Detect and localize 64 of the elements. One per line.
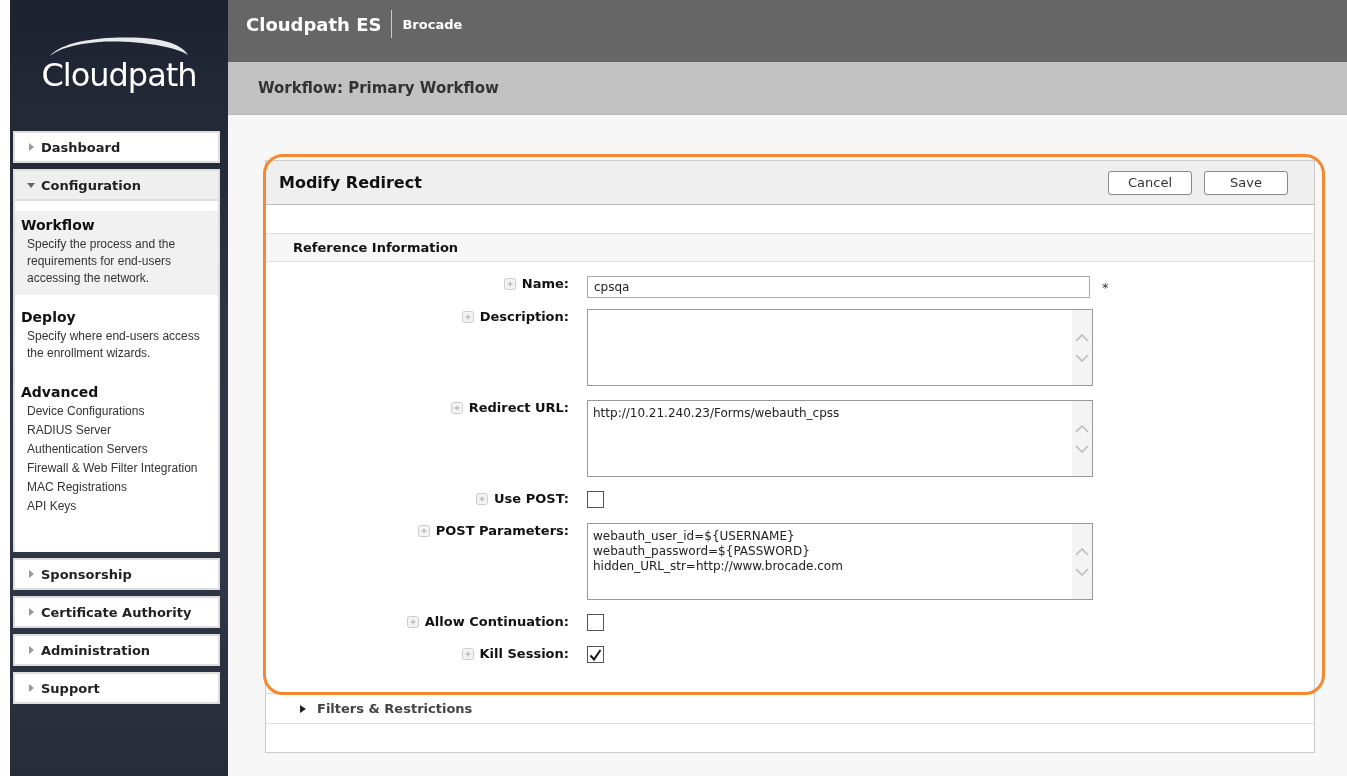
caret-right-icon xyxy=(27,684,35,692)
plus-icon[interactable] xyxy=(406,615,419,628)
caret-down-icon xyxy=(27,181,35,189)
plus-icon[interactable] xyxy=(461,647,474,660)
logo-text: Cloudpath xyxy=(41,58,197,92)
section-title[interactable]: Workflow xyxy=(21,217,212,233)
nav-item[interactable]: Dashboard xyxy=(13,131,220,163)
checkbox[interactable] xyxy=(587,646,604,663)
page-title: Workflow: Primary Workflow xyxy=(258,79,499,97)
checkbox[interactable] xyxy=(587,491,604,508)
form-title: Modify Redirect xyxy=(279,173,422,192)
scroll-down-icon[interactable] xyxy=(1075,353,1089,362)
checkbox[interactable] xyxy=(587,614,604,631)
textarea-field[interactable]: http://10.21.240.23/Forms/webauth_cpss xyxy=(587,400,1093,477)
scroll-down-icon[interactable] xyxy=(1075,567,1089,576)
caret-right-icon xyxy=(299,703,307,714)
section-description: Specify the process and the requirements for end-users accessing the network. xyxy=(26,236,177,287)
nav-link[interactable]: MAC Registrations xyxy=(21,479,212,495)
required-mark: * xyxy=(1102,279,1109,295)
field-label: POST Parameters: xyxy=(435,523,569,538)
scroll-down-icon[interactable] xyxy=(1075,444,1089,453)
field-label: Use POST: xyxy=(494,491,569,506)
section-title[interactable]: Advanced xyxy=(21,384,212,400)
plus-icon[interactable] xyxy=(461,310,474,323)
plus-icon[interactable] xyxy=(503,277,516,290)
collapsed-section[interactable]: Filters & Restrictions xyxy=(266,693,1314,724)
product-name: Cloudpath ES xyxy=(246,13,382,35)
scroll-up-icon[interactable] xyxy=(1075,424,1089,433)
plus-icon[interactable] xyxy=(417,524,430,537)
nav-item[interactable]: Support xyxy=(13,672,220,704)
field-label: Description: xyxy=(479,309,569,324)
section-heading: Reference Information xyxy=(293,240,459,255)
section-description: Specify where end-users access the enrollment wizards. xyxy=(26,328,201,362)
nav-item[interactable]: Sponsorship xyxy=(13,558,220,590)
field-label: Kill Session: xyxy=(479,646,569,661)
nav-link[interactable]: RADIUS Server xyxy=(21,422,212,438)
check-icon xyxy=(589,648,602,661)
textarea-field[interactable] xyxy=(587,309,1093,386)
field-label: Name: xyxy=(521,276,569,291)
cancel-button[interactable]: Cancel xyxy=(1108,170,1192,195)
scroll-up-icon[interactable] xyxy=(1075,333,1089,342)
nav-link[interactable]: Device Configurations xyxy=(21,403,212,419)
scroll-up-icon[interactable] xyxy=(1075,547,1089,556)
field-label: Redirect URL: xyxy=(468,400,569,415)
plus-icon[interactable] xyxy=(476,492,489,505)
nav-section[interactable]: Workflow Specify the process and the requirements for end-users accessing the network. xyxy=(15,211,218,295)
nav-item[interactable]: Administration xyxy=(13,634,220,666)
section-title[interactable]: Deploy xyxy=(21,309,212,325)
nav-item[interactable]: Configuration xyxy=(13,169,220,201)
nav-link[interactable]: Authentication Servers xyxy=(21,441,212,457)
vendor-name: Brocade xyxy=(402,16,463,32)
caret-right-icon xyxy=(27,608,35,616)
caret-right-icon xyxy=(27,646,35,654)
caret-right-icon xyxy=(27,143,35,151)
save-button[interactable]: Save xyxy=(1204,170,1288,195)
text-field[interactable]: cpsqa xyxy=(587,276,1090,298)
textarea-field[interactable]: webauth_user_id=${USERNAME} webauth_password=${PASSWORD} hidden_URL_str=http://www.brocade.com xyxy=(587,523,1093,600)
caret-right-icon xyxy=(27,570,35,578)
field-label: Allow Continuation: xyxy=(424,614,569,629)
plus-icon[interactable] xyxy=(450,401,463,414)
nav-link[interactable]: API Keys xyxy=(21,498,212,514)
nav-item[interactable]: Certificate Authority xyxy=(13,596,220,628)
nav-link[interactable]: Firewall & Web Filter Integration xyxy=(21,460,212,476)
section-label: Filters & Restrictions xyxy=(317,701,473,716)
